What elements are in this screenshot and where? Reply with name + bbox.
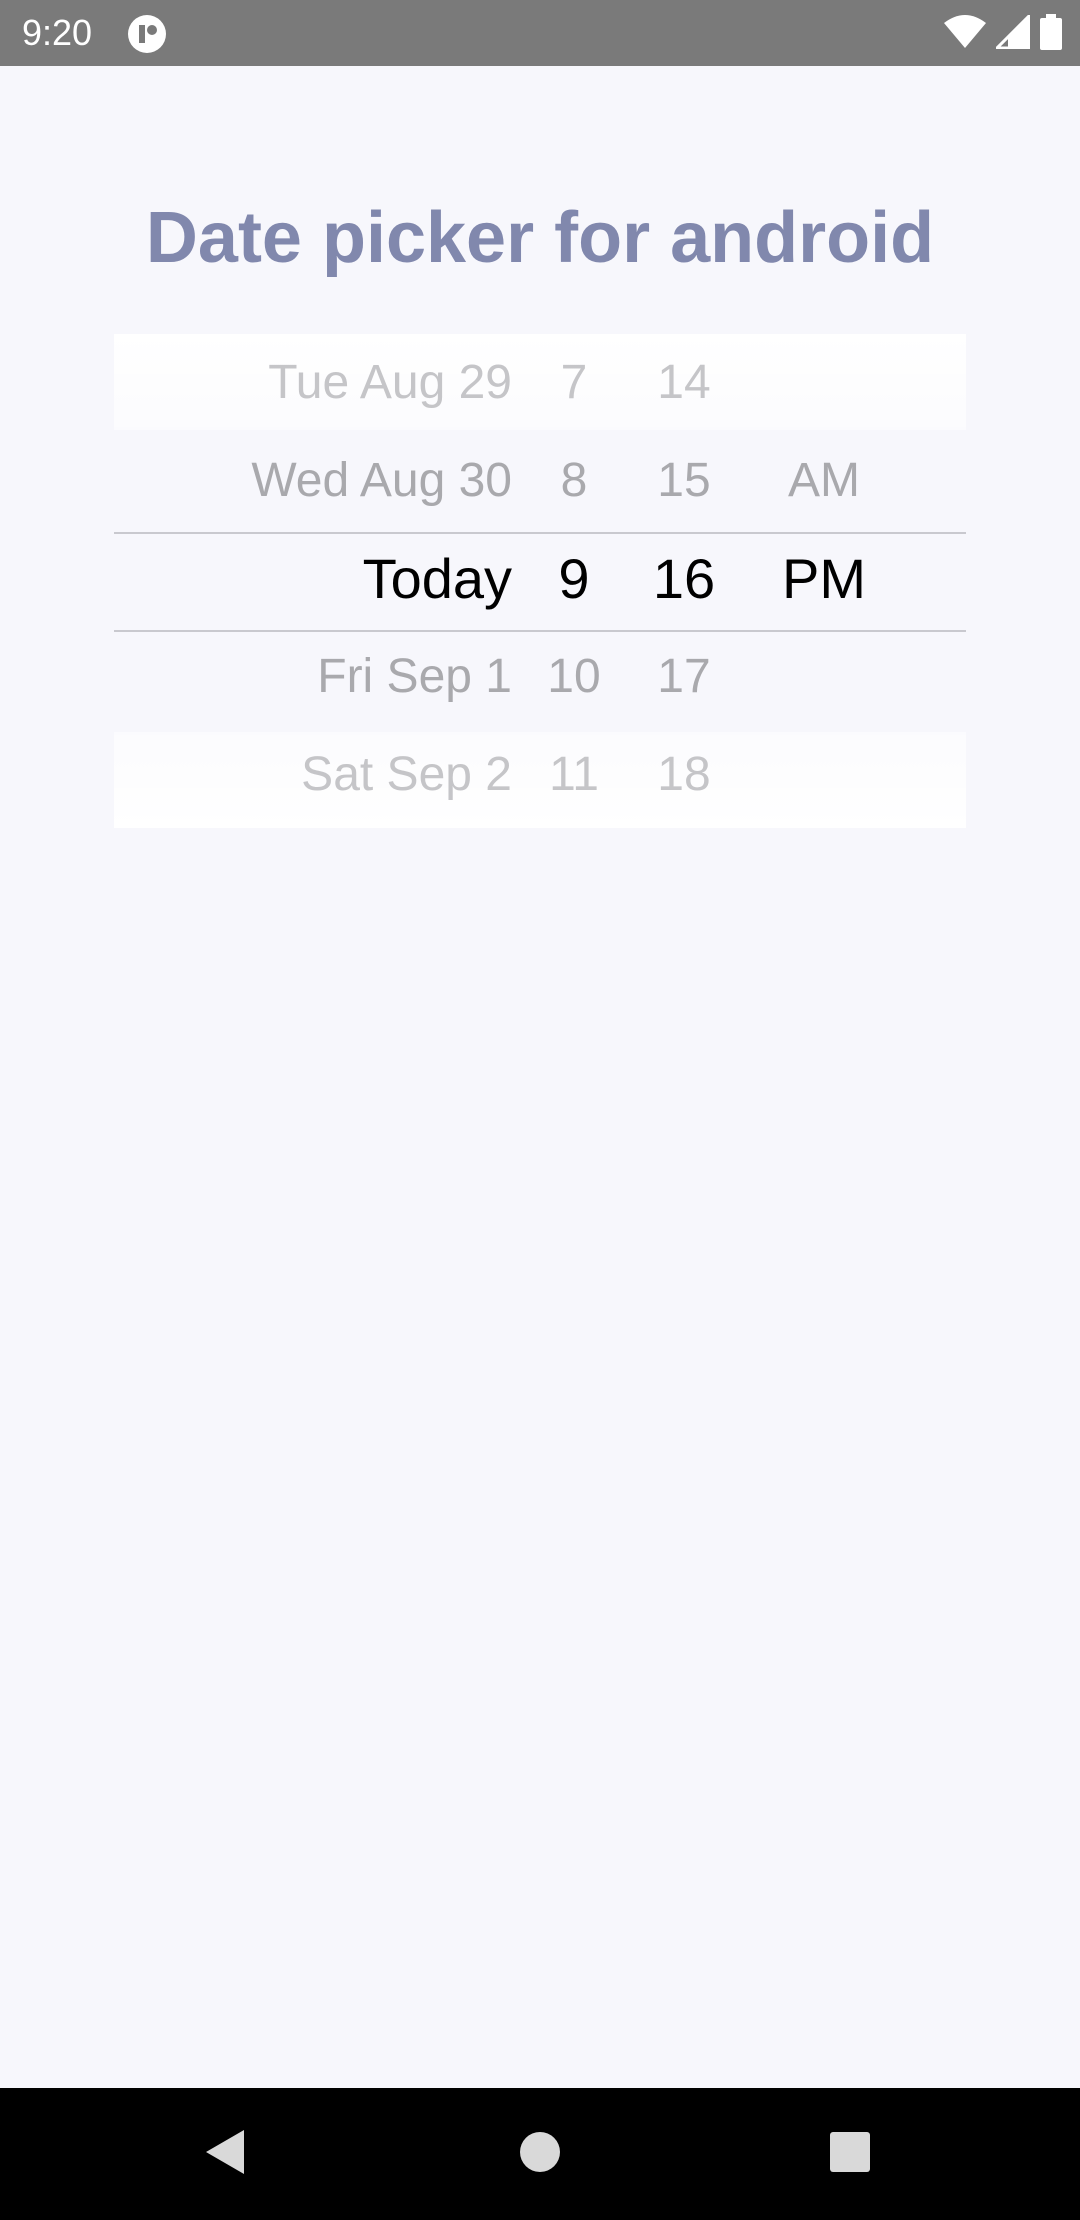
back-icon — [202, 2128, 250, 2181]
date-option-selected[interactable]: Today — [363, 530, 512, 628]
hour-wheel[interactable]: 7 8 9 10 11 — [534, 334, 614, 828]
minute-option-selected[interactable]: 16 — [644, 530, 724, 628]
recents-icon — [829, 2131, 871, 2178]
back-button[interactable] — [196, 2124, 256, 2184]
status-bar: 9:20 — [0, 0, 1080, 66]
ampm-wheel[interactable]: AM PM — [754, 334, 894, 828]
home-button[interactable] — [510, 2124, 570, 2184]
hour-option[interactable]: 11 — [534, 726, 614, 824]
cellular-signal-icon — [993, 11, 1031, 54]
minute-option[interactable]: 15 — [644, 432, 724, 530]
app-notification-icon — [127, 14, 167, 54]
main-content: Date picker for android Tue Aug 29 Wed A… — [0, 66, 1080, 2088]
date-time-picker[interactable]: Tue Aug 29 Wed Aug 30 Today Fri Sep 1 Sa… — [114, 334, 966, 828]
home-icon — [518, 2130, 562, 2179]
wifi-icon — [944, 14, 986, 54]
date-option[interactable]: Fri Sep 1 — [317, 628, 512, 726]
date-wheel[interactable]: Tue Aug 29 Wed Aug 30 Today Fri Sep 1 Sa… — [114, 334, 512, 828]
ampm-option-selected[interactable]: PM — [754, 530, 894, 628]
date-option[interactable]: Tue Aug 29 — [268, 334, 512, 432]
minute-option[interactable]: 17 — [644, 628, 724, 726]
minute-option[interactable]: 18 — [644, 726, 724, 824]
page-title: Date picker for android — [145, 198, 935, 278]
hour-option[interactable]: 7 — [534, 334, 614, 432]
minute-wheel[interactable]: 14 15 16 17 18 — [644, 334, 724, 828]
hour-option-selected[interactable]: 9 — [534, 530, 614, 628]
date-option[interactable]: Wed Aug 30 — [251, 432, 512, 530]
minute-option[interactable]: 14 — [644, 334, 724, 432]
ampm-option[interactable]: AM — [754, 432, 894, 530]
status-icons — [944, 11, 1062, 55]
navigation-bar — [0, 2088, 1080, 2220]
recents-button[interactable] — [820, 2124, 880, 2184]
battery-icon — [1040, 13, 1062, 55]
hour-option[interactable]: 8 — [534, 432, 614, 530]
hour-option[interactable]: 10 — [534, 628, 614, 726]
status-time: 9:20 — [22, 12, 93, 53]
date-option[interactable]: Sat Sep 2 — [301, 726, 512, 824]
